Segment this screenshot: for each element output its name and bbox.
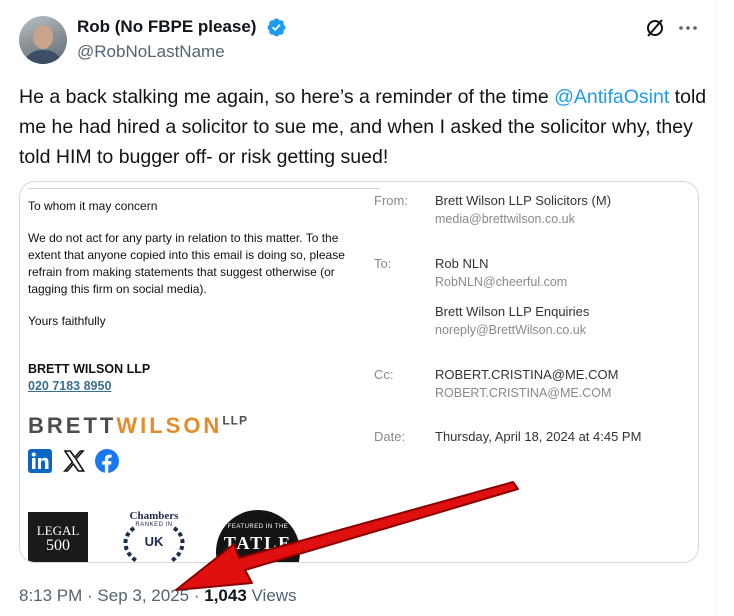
to-email-2: noreply@BrettWilson.co.uk [435,323,586,337]
tweet-text-part: He a back stalking me again, so here’s a… [19,86,555,108]
meta-separator: · [189,586,205,605]
email-closing: Yours faithfully [28,314,106,328]
from-name: Brett Wilson LLP Solicitors (M) [435,193,612,208]
tatler-badge: FEATURED IN THE TATLE [216,510,300,562]
date-label: Date: [374,429,406,444]
cc-label: Cc: [374,367,394,382]
from-label: From: [374,193,408,208]
logo-text-part: WILSON [116,413,223,438]
verified-badge-icon[interactable] [266,17,287,38]
x-icon [63,450,86,472]
email-body: To whom it may concern We do not act for… [20,182,380,562]
tweet-meta: 8:13 PM · Sep 3, 2025 · 1,043 Views [19,586,297,606]
to-name-2: Brett Wilson LLP Enquiries [435,304,590,319]
logo-text-part: LLP [222,413,248,428]
tweet-time-link[interactable]: 8:13 PM [19,586,82,605]
signature-name: BRETT WILSON LLP [28,362,151,376]
from-email: media@brettwilson.co.uk [435,212,575,226]
divider [28,188,380,189]
cc-name: ROBERT.CRISTINA@ME.COM [435,367,619,382]
views-label: Views [246,586,297,605]
grok-icon[interactable] [643,16,667,40]
legal500-line2: 500 [46,537,70,554]
legal500-badge: LEGAL 500 [28,512,88,562]
tweet-media-image[interactable]: To whom it may concern We do not act for… [19,181,699,563]
author-display-name[interactable]: Rob (No FBPE please) [77,17,256,37]
to-email-1: RobNLN@cheerful.com [435,275,568,289]
tatler-line2: TATLE [223,533,293,553]
legal500-line1: LEGAL [36,523,80,538]
tweet-date-link[interactable]: Sep 3, 2025 [97,586,189,605]
logo-text-part: BRETT [28,413,117,438]
laurel-icon [123,526,185,562]
linkedin-icon [28,449,52,473]
meta-separator: · [82,586,98,605]
mention-link[interactable]: @AntifaOsint [554,86,669,108]
facebook-icon [95,449,119,473]
chambers-badge: Chambers RANKED IN UK [106,510,202,562]
profile-avatar[interactable] [19,16,67,64]
brett-wilson-logo: BRETTWILSONLLP [28,413,248,439]
to-label: To: [374,256,392,271]
date-value: Thursday, April 18, 2024 at 4:45 PM [435,429,642,444]
more-horizontal-icon[interactable] [676,16,700,40]
timeline-border [716,0,717,616]
cc-email: ROBERT.CRISTINA@ME.COM [435,386,612,400]
email-body-text: We do not act for any party in relation … [28,231,345,296]
signature-phone-link: 020 7183 8950 [28,379,112,393]
author-handle[interactable]: @RobNoLastName [77,42,225,62]
email-greeting: To whom it may concern [28,199,158,213]
tatler-line1: FEATURED IN THE [227,524,289,530]
to-name-1: Rob NLN [435,256,489,271]
tweet-text: He a back stalking me again, so here’s a… [19,82,709,172]
views-count: 1,043 [204,586,247,605]
